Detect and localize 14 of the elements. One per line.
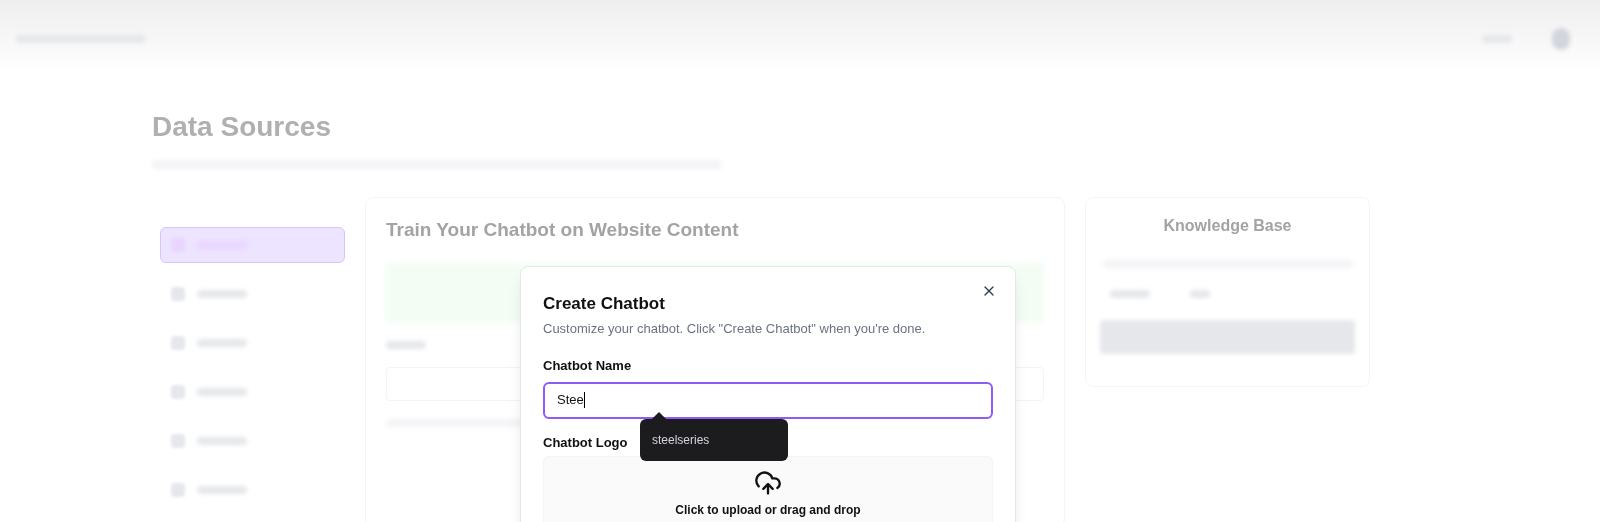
field-label: Chatbot Name xyxy=(543,357,632,375)
upload-area[interactable]: Click to upload or drag and drop xyxy=(543,456,993,522)
section-title: Train Your Chatbot on Website Content xyxy=(386,218,739,242)
dialog-title: Create Chatbot xyxy=(543,293,665,315)
page-title: Data Sources xyxy=(152,110,331,144)
field-label: Chatbot Logo xyxy=(543,433,628,452)
card-title: Knowledge Base xyxy=(1163,216,1292,236)
upload-icon xyxy=(754,469,782,497)
upload-hint: Click to upload or drag and drop xyxy=(675,502,861,519)
avatar-icon[interactable] xyxy=(1552,28,1570,50)
sidebar-item[interactable] xyxy=(160,227,345,263)
blurred-button[interactable] xyxy=(1100,320,1355,354)
dialog-subtitle: Customize your chatbot. Click "Create Chatbot" when you're done. xyxy=(543,319,927,338)
name-field[interactable]: Stee xyxy=(543,381,993,419)
